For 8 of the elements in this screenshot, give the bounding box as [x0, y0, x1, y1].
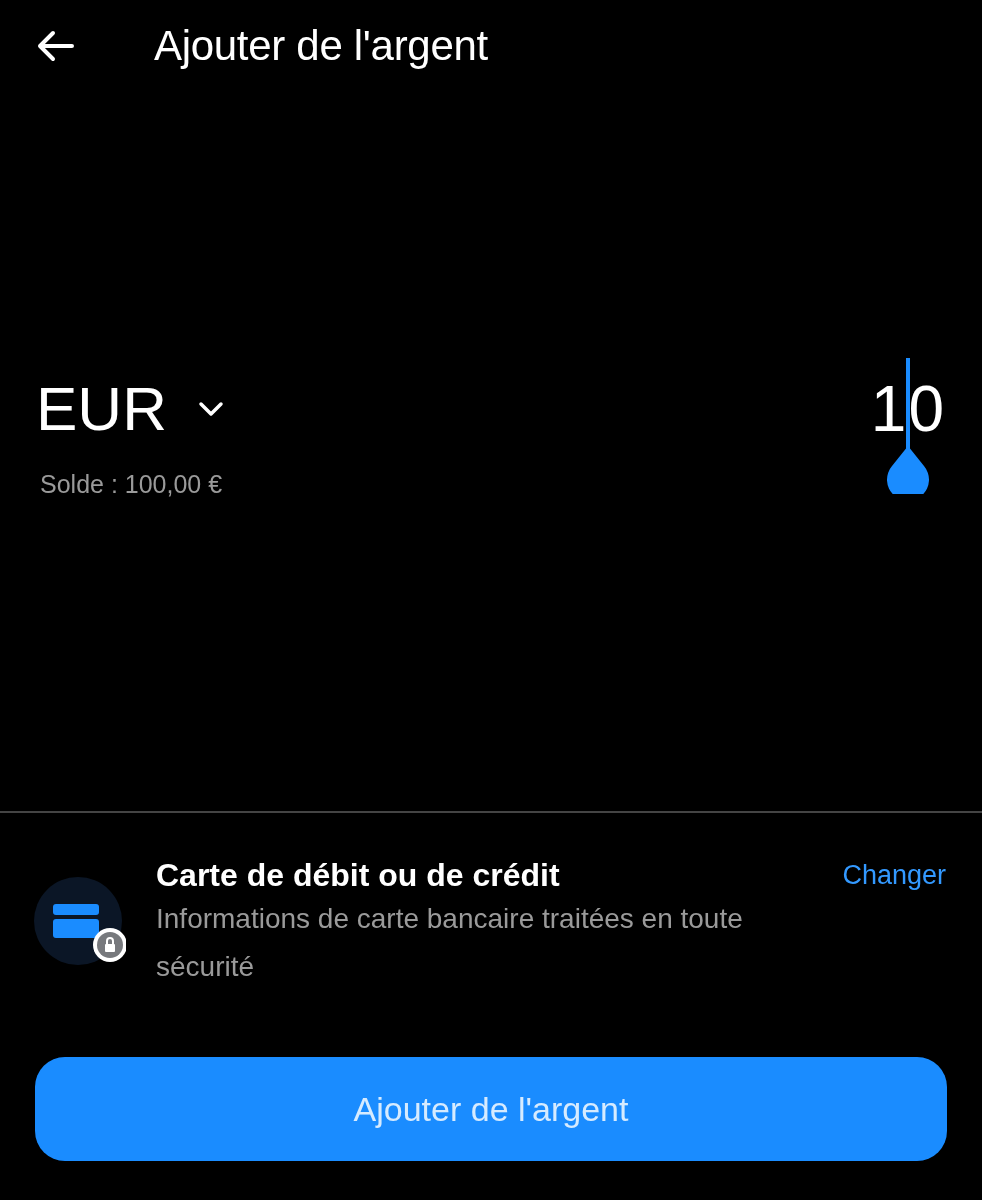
change-link[interactable]: Changer — [842, 855, 946, 895]
screen-title: Ajouter de l'argent — [154, 22, 488, 70]
balance-text: Solde : 100,00 € — [40, 470, 224, 499]
back-arrow-icon — [36, 30, 74, 62]
payment-method-title: Carte de débit ou de crédit — [156, 856, 561, 895]
payment-method-description: Informations de carte bancaire traitées en toute sécurité — [156, 902, 744, 984]
chevron-down-icon — [196, 400, 225, 418]
currency-selector[interactable]: EUR — [36, 372, 225, 446]
